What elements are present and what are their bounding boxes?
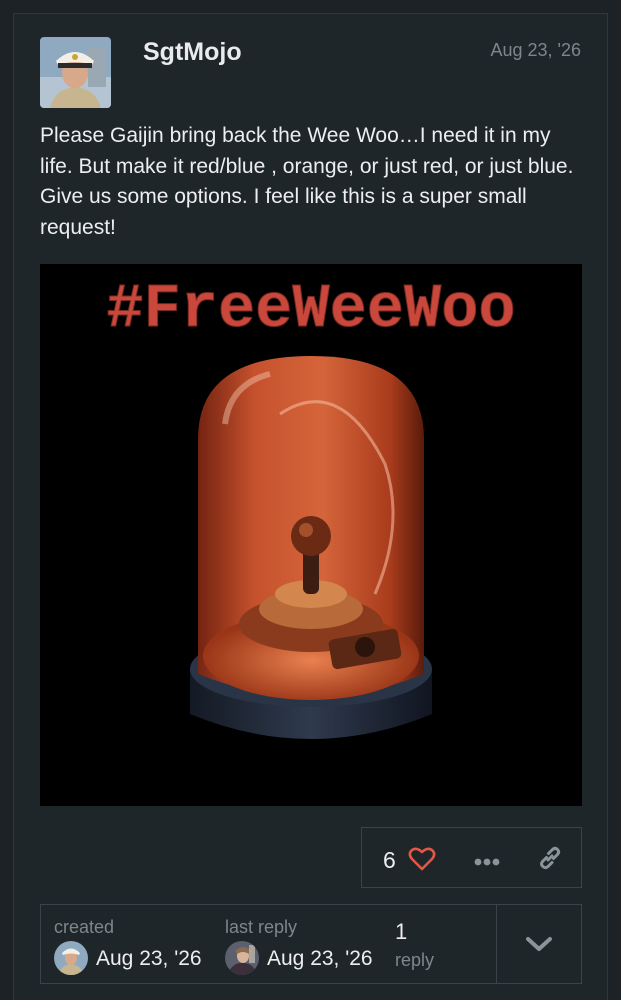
like-count[interactable]: 6 [383, 847, 396, 874]
link-icon[interactable] [537, 845, 563, 876]
post-date[interactable]: Aug 23, '26 [490, 40, 581, 61]
reply-count: 1 [395, 919, 408, 944]
topic-map: created Aug 23, '26 last reply Aug 23, '… [40, 904, 582, 984]
reply-label: reply [395, 950, 435, 970]
post-actions: 6 [361, 827, 582, 888]
last-reply-date: Aug 23, '26 [267, 947, 373, 970]
created-date: Aug 23, '26 [96, 947, 202, 970]
user-avatar[interactable] [40, 37, 111, 108]
last-reply-avatar[interactable] [225, 941, 259, 975]
creator-avatar[interactable] [54, 941, 88, 975]
post-body: Please Gaijin bring back the Wee Woo…I n… [40, 124, 574, 239]
last-reply-label: last reply [225, 917, 298, 937]
image-headline: #FreeWeeWoo [106, 274, 515, 345]
post-image[interactable]: #FreeWeeWoo [40, 264, 582, 806]
chevron-down-icon[interactable] [525, 935, 553, 958]
heart-icon[interactable] [408, 846, 436, 877]
ellipsis-icon[interactable] [474, 853, 500, 871]
page: SgtMojo Aug 23, '26 Please Gaijin bring … [0, 0, 621, 1000]
topic-map-divider [496, 905, 497, 983]
username[interactable]: SgtMojo [143, 38, 242, 67]
created-label: created [54, 917, 115, 937]
